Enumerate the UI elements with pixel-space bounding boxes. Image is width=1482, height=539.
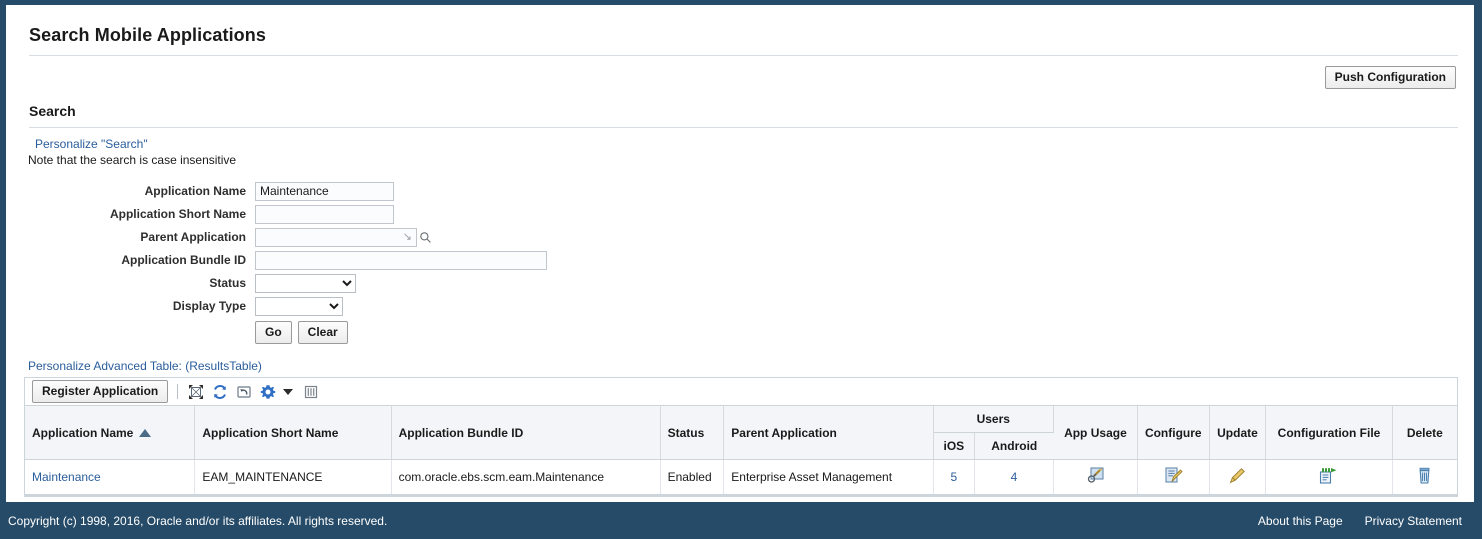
column-header-configuration-file: Configuration File — [1265, 406, 1393, 460]
field-row-application-name: Application Name — [24, 180, 1458, 202]
users-android-link[interactable]: 4 — [1011, 470, 1018, 484]
configuration-file-export-icon[interactable] — [1318, 466, 1340, 486]
configure-icon[interactable] — [1162, 466, 1184, 486]
field-row-parent-application: Parent Application ↘ — [24, 226, 1458, 248]
column-header-delete: Delete — [1392, 406, 1457, 460]
personalize-advanced-table-link[interactable]: Personalize Advanced Table: (ResultsTabl… — [28, 359, 262, 373]
results-table-container: Register Application Application Name Ap… — [24, 377, 1458, 497]
column-header-application-bundle-id[interactable]: Application Bundle ID — [391, 406, 661, 460]
column-header-app-usage: App Usage — [1053, 406, 1138, 460]
display-type-select[interactable] — [255, 296, 343, 316]
chevron-down-icon[interactable] — [283, 388, 294, 395]
app-usage-icon[interactable] — [1084, 466, 1106, 486]
cell-parent-application: Enterprise Asset Management — [723, 459, 934, 495]
toolbar-divider — [177, 384, 179, 399]
cell-delete — [1392, 459, 1457, 495]
application-name-link[interactable]: Maintenance — [32, 470, 101, 484]
parent-application-lov: ↘ — [255, 227, 417, 247]
column-header-status[interactable]: Status — [660, 406, 725, 460]
personalize-search-link-wrap: Personalize "Search" — [35, 137, 1458, 151]
footer-links: About this Page Privacy Statement — [1258, 514, 1464, 528]
search-form: Application Name Application Short Name … — [24, 180, 1458, 344]
cell-update — [1209, 459, 1267, 495]
column-header-users-android: Android — [974, 432, 1054, 460]
application-short-name-input[interactable] — [255, 204, 394, 224]
users-ios-link[interactable]: 5 — [950, 470, 957, 484]
lov-search-icon[interactable] — [417, 229, 433, 246]
parent-application-label: Parent Application — [140, 230, 246, 244]
column-header-update: Update — [1209, 406, 1267, 460]
cell-configuration-file — [1265, 459, 1393, 495]
column-header-parent-application[interactable]: Parent Application — [723, 406, 934, 460]
search-buttons: Go Clear — [24, 321, 1458, 344]
go-button[interactable]: Go — [255, 321, 292, 344]
cell-app-usage — [1053, 459, 1138, 495]
cell-application-name: Maintenance — [25, 459, 196, 495]
application-name-label: Application Name — [144, 184, 246, 198]
column-header-application-short-name[interactable]: Application Short Name — [194, 406, 392, 460]
title-divider — [29, 55, 1458, 56]
undo-icon[interactable] — [234, 382, 254, 402]
clear-button[interactable]: Clear — [297, 321, 348, 344]
cell-users-android: 4 — [974, 459, 1054, 495]
lov-arrow-icon: ↘ — [402, 230, 412, 243]
column-header-configure: Configure — [1137, 406, 1210, 460]
status-label: Status — [209, 276, 246, 290]
cell-application-bundle-id: com.oracle.ebs.scm.eam.Maintenance — [391, 459, 661, 495]
privacy-statement-link[interactable]: Privacy Statement — [1365, 514, 1462, 528]
application-bundle-id-input[interactable] — [255, 250, 547, 270]
refresh-icon[interactable] — [210, 382, 230, 402]
register-application-button[interactable]: Register Application — [32, 380, 169, 403]
page-actions: Push Configuration — [24, 66, 1458, 89]
gear-icon[interactable] — [258, 382, 278, 402]
field-row-display-type: Display Type — [24, 295, 1458, 317]
page-footer: Copyright (c) 1998, 2016, Oracle and/or … — [6, 502, 1474, 539]
application-bundle-id-label: Application Bundle ID — [121, 253, 246, 267]
results-toolbar: Register Application — [25, 378, 1457, 406]
display-type-label: Display Type — [172, 299, 246, 313]
search-section-title: Search — [29, 103, 76, 119]
page-title: Search Mobile Applications — [29, 25, 266, 45]
status-select[interactable] — [255, 273, 356, 293]
table-row: Maintenance EAM_MAINTENANCE com.oracle.e… — [25, 459, 1457, 495]
copyright-text: Copyright (c) 1998, 2016, Oracle and/or … — [8, 513, 388, 528]
application-short-name-label: Application Short Name — [109, 207, 246, 221]
cell-configure — [1137, 459, 1210, 495]
column-header-application-name[interactable]: Application Name — [25, 406, 196, 460]
results-table: Application Name Application Short Name … — [25, 406, 1457, 495]
parent-application-input[interactable] — [256, 228, 403, 246]
about-this-page-link[interactable]: About this Page — [1258, 514, 1343, 528]
cell-application-short-name: EAM_MAINTENANCE — [194, 459, 392, 495]
table-header-row-1: Application Name Application Short Name … — [25, 406, 1457, 460]
column-header-users-group: Users — [933, 406, 1054, 433]
application-name-input[interactable] — [255, 181, 394, 201]
pencil-icon[interactable] — [1226, 466, 1248, 486]
field-row-status: Status — [24, 272, 1458, 294]
personalize-search-link[interactable]: Personalize "Search" — [35, 137, 148, 151]
field-row-application-bundle-id: Application Bundle ID — [24, 249, 1458, 271]
columns-icon[interactable] — [301, 382, 321, 402]
cell-status: Enabled — [660, 459, 725, 495]
sort-ascending-icon[interactable] — [139, 429, 152, 438]
trash-icon[interactable] — [1414, 466, 1436, 486]
expand-collapse-icon[interactable] — [186, 382, 206, 402]
column-header-users-ios: iOS — [933, 432, 976, 460]
search-divider — [29, 127, 1458, 128]
application-page: Search Mobile Applications Push Configur… — [0, 0, 1482, 539]
page-content: Search Mobile Applications Push Configur… — [6, 5, 1474, 502]
cell-users-ios: 5 — [933, 459, 976, 495]
field-row-application-short-name: Application Short Name — [24, 203, 1458, 225]
column-header-application-name-label: Application Name — [32, 425, 134, 440]
search-note: Note that the search is case insensitive — [28, 153, 237, 167]
personalize-table-link-wrap: Personalize Advanced Table: (ResultsTabl… — [28, 359, 1458, 373]
push-configuration-button[interactable]: Push Configuration — [1324, 66, 1456, 89]
